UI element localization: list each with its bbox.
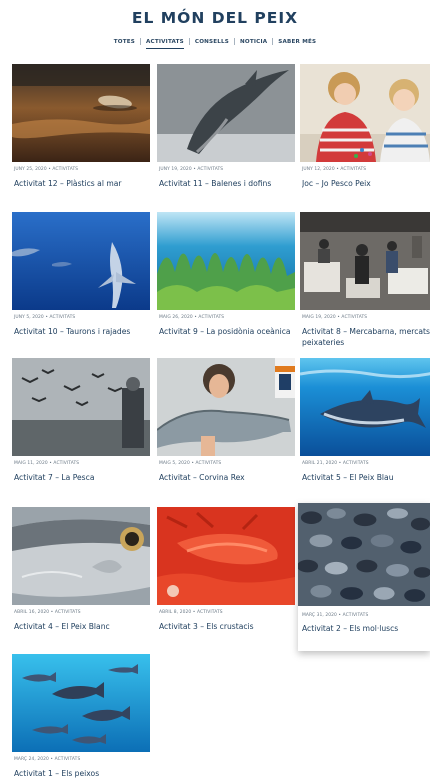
post-title[interactable]: Joc – Jo Pesco Peix [302,178,430,200]
post-meta: MAIG 11, 2020 • ACTIVITATS [14,461,80,466]
post-card[interactable]: MARÇ 24, 2020 • ACTIVITATS Activitat 1 –… [12,654,150,778]
post-meta: MAIG 26, 2020 • ACTIVITATS [159,315,225,320]
post-card[interactable]: JUNY 12, 2020 • ACTIVITATS Joc – Jo Pesc… [300,64,430,207]
post-meta: MAIG 19, 2020 • ACTIVITATS [302,315,368,320]
post-title[interactable]: Activitat 12 – Plàstics al mar [14,178,150,200]
post-meta: JUNY 12, 2020 • ACTIVITATS [302,167,367,172]
post-thumbnail[interactable] [157,64,295,162]
nav-tab-activitats[interactable]: ACTIVITATS [141,39,189,49]
post-thumbnail[interactable] [300,358,430,456]
post-card[interactable]: JUNY 19, 2020 • ACTIVITATS Activitat 11 … [157,64,295,207]
post-title[interactable]: Activitat 7 – La Pesca [14,472,150,494]
post-card[interactable]: JUNY 5, 2020 • ACTIVITATS Activitat 10 –… [12,212,150,355]
nav-tab-saber-mes[interactable]: SABER MÉS [273,39,321,45]
post-thumbnail[interactable] [12,654,150,752]
post-title[interactable]: Activitat 8 – Mercabarna, mercats i peix… [302,326,430,348]
post-title[interactable]: Activitat – Corvina Rex [159,472,295,494]
post-meta: MARÇ 31, 2020 • ACTIVITATS [302,613,369,618]
post-card[interactable]: ABRIL 8, 2020 • ACTIVITATS Activitat 3 –… [157,507,295,650]
category-nav: TOTES ACTIVITATS CONSELLS NOTICIA SABER … [0,38,430,49]
nav-tab-consells[interactable]: CONSELLS [190,39,234,45]
post-meta: JUNY 5, 2020 • ACTIVITATS [14,315,76,320]
post-meta: MAIG 5, 2020 • ACTIVITATS [159,461,222,466]
post-card[interactable]: MARÇ 31, 2020 • ACTIVITATS Activitat 2 –… [298,503,430,651]
post-meta: MARÇ 24, 2020 • ACTIVITATS [14,757,81,762]
post-title[interactable]: Activitat 10 – Taurons i rajades [14,326,150,348]
post-card[interactable]: JUNY 25, 2020 • ACTIVITATS Activitat 12 … [12,64,150,207]
post-title[interactable]: Activitat 9 – La posidònia oceànica [159,326,295,348]
post-card[interactable]: ABRIL 21, 2020 • ACTIVITATS Activitat 5 … [300,358,430,501]
post-thumbnail[interactable] [157,358,295,456]
post-meta: ABRIL 21, 2020 • ACTIVITATS [302,461,369,466]
post-thumbnail[interactable] [157,212,295,310]
post-meta: ABRIL 16, 2020 • ACTIVITATS [14,610,81,615]
post-title[interactable]: Activitat 5 – El Peix Blau [302,472,430,494]
post-title[interactable]: Activitat 3 – Els crustacis [159,621,295,643]
post-title[interactable]: Activitat 11 – Balenes i dofins [159,178,295,200]
post-thumbnail[interactable] [300,64,430,162]
post-card[interactable]: MAIG 26, 2020 • ACTIVITATS Activitat 9 –… [157,212,295,355]
post-card[interactable]: MAIG 11, 2020 • ACTIVITATS Activitat 7 –… [12,358,150,501]
nav-tab-totes[interactable]: TOTES [109,39,140,45]
post-thumbnail[interactable] [298,503,430,606]
post-thumbnail[interactable] [12,64,150,162]
post-card[interactable]: MAIG 19, 2020 • ACTIVITATS Activitat 8 –… [300,212,430,355]
post-thumbnail[interactable] [300,212,430,310]
post-thumbnail[interactable] [12,358,150,456]
post-meta: ABRIL 8, 2020 • ACTIVITATS [159,610,223,615]
post-card[interactable]: MAIG 5, 2020 • ACTIVITATS Activitat – Co… [157,358,295,501]
site-title[interactable]: EL MÓN DEL PEIX [0,9,430,27]
post-meta: JUNY 25, 2020 • ACTIVITATS [14,167,79,172]
nav-tab-noticia[interactable]: NOTICIA [235,39,272,45]
post-meta: JUNY 19, 2020 • ACTIVITATS [159,167,224,172]
post-thumbnail[interactable] [12,212,150,310]
site-header: EL MÓN DEL PEIX TOTES ACTIVITATS CONSELL… [0,0,430,60]
post-title[interactable]: Activitat 4 – El Peix Blanc [14,621,150,643]
post-thumbnail[interactable] [12,507,150,605]
post-title[interactable]: Activitat 1 – Els peixos [14,768,150,778]
post-title[interactable]: Activitat 2 – Els mol·luscs [302,623,428,645]
post-thumbnail[interactable] [157,507,295,605]
post-card[interactable]: ABRIL 16, 2020 • ACTIVITATS Activitat 4 … [12,507,150,650]
